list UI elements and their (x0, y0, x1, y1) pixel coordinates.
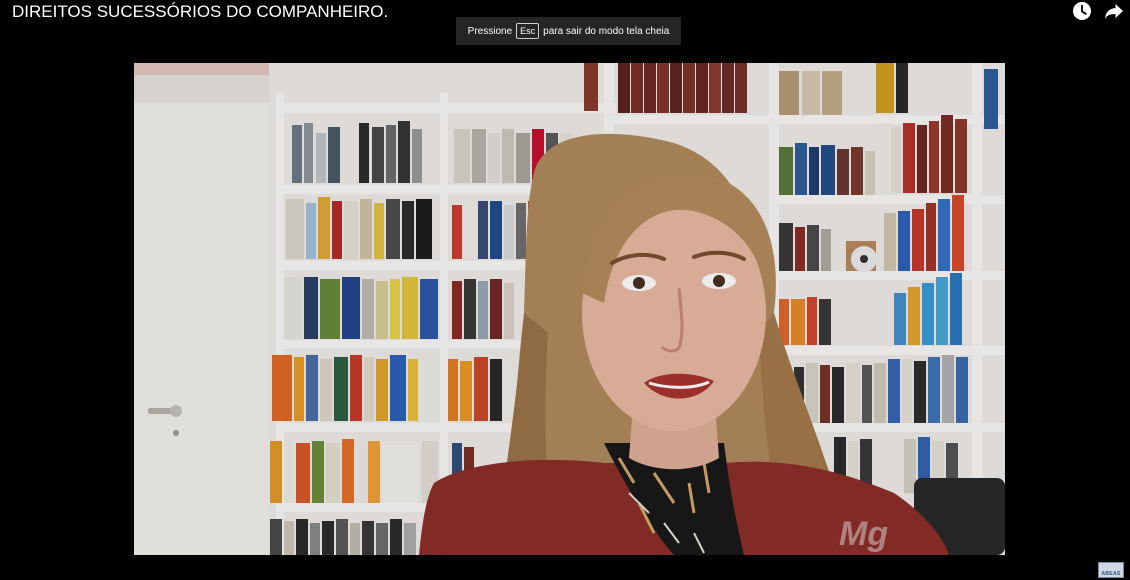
share-arrow-icon[interactable] (1104, 1, 1124, 21)
esc-key-badge: Esc (516, 23, 540, 39)
fullscreen-notice-suffix: para sair do modo tela cheia (543, 25, 670, 37)
video-player[interactable]: DIREITOS SUCESSÓRIOS DO COMPANHEIRO. Pre… (0, 0, 1130, 580)
channel-watermark[interactable]: ABEAS (1098, 562, 1124, 578)
fullscreen-exit-notice: Pressione Esc para sair do modo tela che… (456, 17, 681, 45)
video-frame[interactable]: Mg (134, 63, 1005, 555)
fullscreen-notice-prefix: Pressione (467, 25, 513, 37)
video-title[interactable]: DIREITOS SUCESSÓRIOS DO COMPANHEIRO. (12, 2, 388, 22)
clock-icon[interactable] (1072, 1, 1092, 21)
top-right-controls (1072, 1, 1124, 21)
video-scene: Mg (134, 63, 1005, 555)
